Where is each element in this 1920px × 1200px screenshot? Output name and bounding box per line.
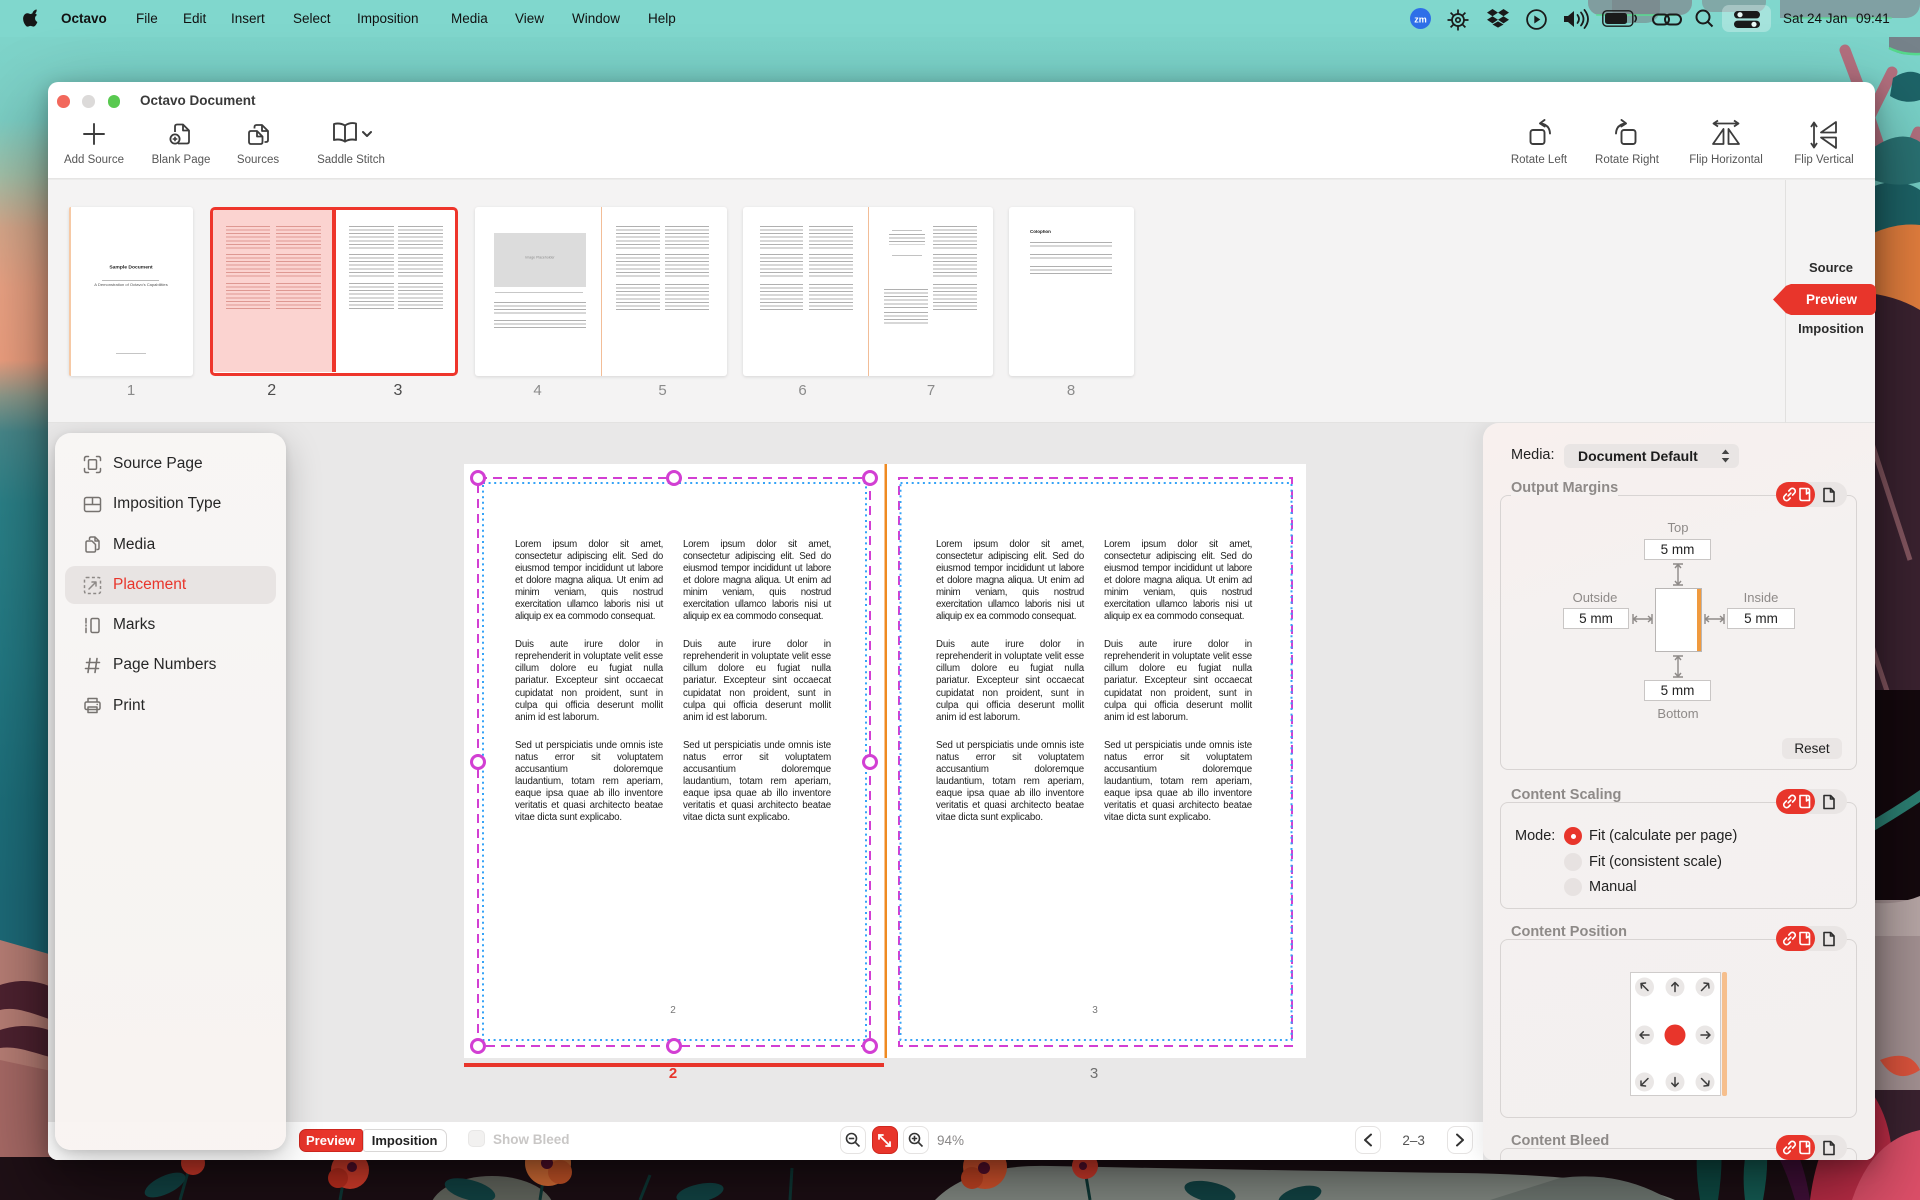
svg-text:zm: zm [1414, 15, 1427, 25]
svg-text:2: 2 [669, 1065, 677, 1082]
svg-text:3: 3 [1090, 1065, 1098, 1082]
